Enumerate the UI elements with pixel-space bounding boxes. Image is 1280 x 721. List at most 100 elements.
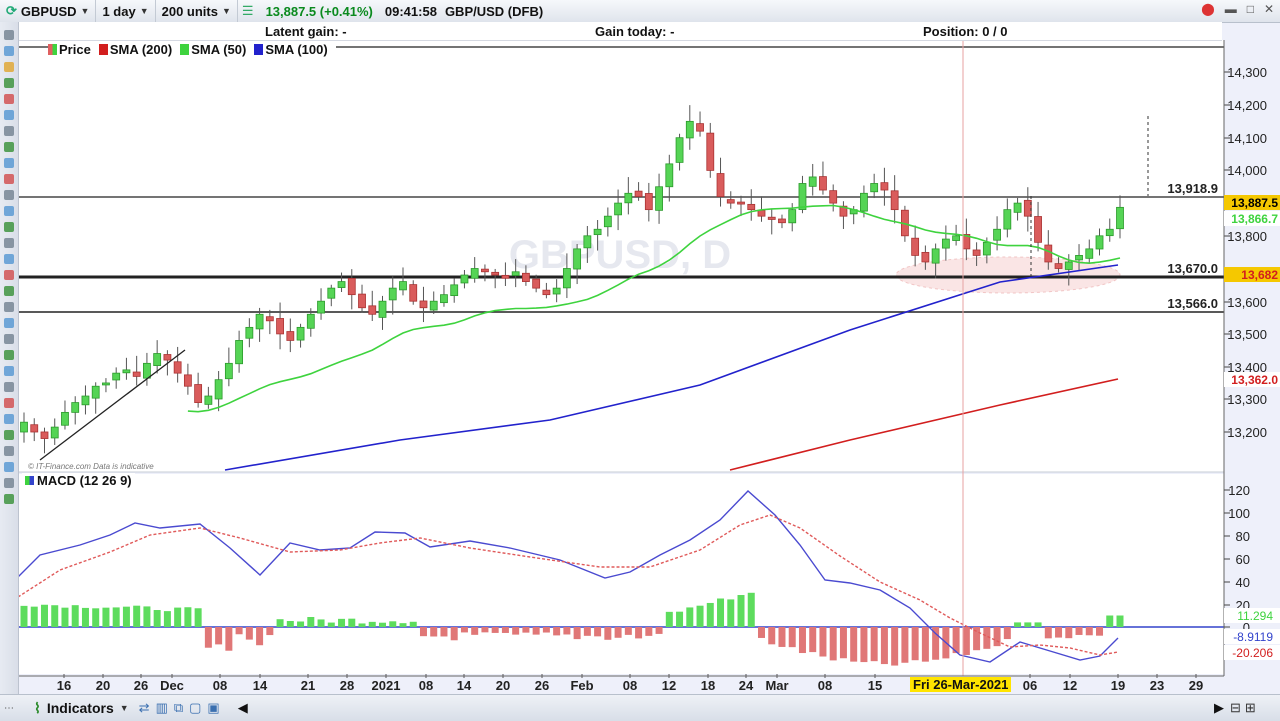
drawing-tool-icon[interactable]: [4, 30, 14, 40]
candle: [655, 186, 663, 211]
macd-histogram-bar: [297, 621, 305, 627]
drawing-tool-icon[interactable]: [4, 94, 14, 104]
drawing-tool-icon[interactable]: [4, 46, 14, 56]
candle: [112, 372, 121, 381]
chevron-down-icon: ▼: [139, 6, 149, 16]
drawing-tool-icon[interactable]: [4, 478, 14, 488]
instrument-selector[interactable]: ⟳ GBPUSD ▼: [0, 0, 97, 22]
refresh-icon: ⟳: [6, 3, 17, 18]
pin-icon[interactable]: ⬤: [1201, 2, 1214, 16]
candle: [860, 192, 868, 212]
scroll-left-icon[interactable]: ◀: [238, 700, 248, 716]
legend-item-sma200[interactable]: SMA (200): [98, 42, 180, 57]
drawing-tool-icon[interactable]: [4, 222, 14, 232]
candle: [880, 182, 889, 191]
candle: [81, 395, 90, 406]
macd-histogram-bar: [174, 607, 182, 627]
candle: [163, 354, 172, 361]
candle: [798, 183, 807, 210]
drawing-tool-icon[interactable]: [4, 238, 14, 248]
candle: [1095, 235, 1104, 250]
drawing-tool-icon[interactable]: [4, 366, 14, 376]
candle: [1013, 202, 1022, 213]
macd-histogram-bar: [993, 627, 1001, 647]
drawing-tool-icon[interactable]: [4, 446, 14, 456]
drawing-tool-icon[interactable]: [4, 126, 14, 136]
chart-canvas[interactable]: GBPUSD, D 13,918.9 13,670.0 13,566.0 © IT-…: [0, 0, 1280, 720]
macd-histogram-bar: [450, 627, 458, 641]
macd-value-tag: -8.9119: [1233, 630, 1273, 644]
candle: [941, 238, 950, 249]
macd-histogram-bar: [1034, 622, 1042, 627]
macd-value-tag: -20.206: [1232, 646, 1273, 660]
list-icon[interactable]: ☰: [238, 3, 258, 19]
macd-histogram-bar: [1096, 627, 1104, 636]
drawing-tool-icon[interactable]: [4, 494, 14, 504]
drawing-tool-icon[interactable]: [4, 78, 14, 88]
drawing-tool-icon[interactable]: [4, 142, 14, 152]
drawing-tool-icon[interactable]: [4, 430, 14, 440]
drawing-tool-icon[interactable]: [4, 318, 14, 328]
drawing-tool-icon[interactable]: [4, 286, 14, 296]
drawing-tool-icon[interactable]: [4, 398, 14, 408]
level-label: 13,566.0: [1167, 296, 1218, 311]
candle: [306, 313, 315, 329]
candle: [982, 241, 991, 256]
macd-histogram-bar: [71, 605, 79, 627]
drawing-tool-icon[interactable]: [4, 350, 14, 360]
scroll-right-icon[interactable]: ▶: [1214, 700, 1224, 716]
source-note: © IT-Finance.com Data is indicative: [28, 462, 154, 471]
price-axis-label: 14,300: [1227, 65, 1267, 80]
drawing-tool-icon[interactable]: [4, 302, 14, 312]
candle: [1044, 244, 1053, 263]
units-selector[interactable]: 200 units ▼: [156, 0, 238, 22]
macd-histogram-bar: [839, 627, 847, 659]
drawing-tool-icon[interactable]: [4, 334, 14, 344]
drawing-tool-icon[interactable]: [4, 270, 14, 280]
macd-histogram-bar: [235, 627, 243, 635]
candle: [716, 173, 725, 197]
candle: [921, 251, 930, 263]
macd-histogram-bar: [1085, 627, 1093, 636]
minimize-icon[interactable]: ▬: [1225, 2, 1237, 16]
drawing-tool-icon[interactable]: [4, 382, 14, 392]
toolbar-icons[interactable]: ⇄▥⧉▢▣: [139, 700, 226, 716]
zoom-icons[interactable]: ⊟⊞: [1230, 700, 1260, 716]
macd-histogram-bar: [430, 627, 438, 637]
timeframe-selector[interactable]: 1 day ▼: [96, 0, 156, 22]
macd-histogram-bar: [51, 605, 59, 627]
drawing-tool-icon[interactable]: [4, 254, 14, 264]
candle: [450, 284, 459, 297]
level-label: 13,670.0: [1167, 261, 1218, 276]
watermark: GBPUSD, D: [509, 233, 731, 277]
candle: [378, 300, 387, 318]
candle: [952, 235, 961, 241]
drawing-tool-icon[interactable]: [4, 462, 14, 472]
maximize-icon[interactable]: □: [1247, 2, 1254, 16]
drawing-tool-icon[interactable]: [4, 190, 14, 200]
drawing-tool-icon[interactable]: [4, 414, 14, 424]
legend-item-sma50[interactable]: SMA (50): [180, 42, 254, 57]
drawing-tool-icon[interactable]: [4, 110, 14, 120]
legend-item-sma100[interactable]: SMA (100): [254, 42, 335, 57]
candle: [235, 340, 244, 365]
drawing-tool-icon[interactable]: [4, 174, 14, 184]
menu-dots-icon[interactable]: ⋯: [4, 703, 14, 714]
date-axis-label: 14: [253, 678, 268, 693]
quote-time: 09:41:58: [384, 3, 437, 19]
legend-item-price[interactable]: Price: [48, 42, 99, 57]
macd-histogram-bar: [440, 627, 448, 637]
close-icon[interactable]: ✕: [1264, 2, 1274, 16]
macd-histogram-bar: [737, 595, 745, 627]
macd-histogram-bar: [1055, 627, 1063, 638]
indicators-button[interactable]: ⌇ Indicators ▼: [34, 700, 129, 717]
candle: [583, 235, 592, 249]
drawing-tool-icon[interactable]: [4, 62, 14, 72]
macd-histogram-bar: [399, 623, 407, 627]
macd-label[interactable]: MACD (12 26 9): [22, 473, 135, 488]
candle: [767, 216, 776, 220]
drawing-tool-icon[interactable]: [4, 158, 14, 168]
macd-histogram-bar: [747, 592, 755, 627]
candle: [40, 431, 49, 439]
drawing-tool-icon[interactable]: [4, 206, 14, 216]
